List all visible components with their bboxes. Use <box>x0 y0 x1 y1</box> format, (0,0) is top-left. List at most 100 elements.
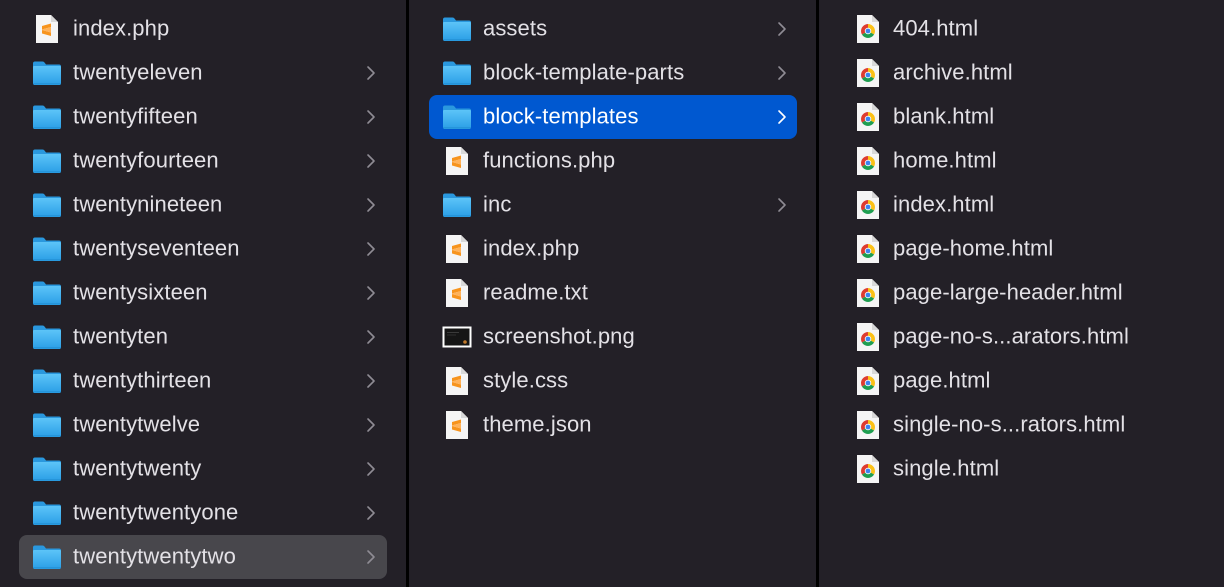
folder-row[interactable]: twentyeleven <box>0 51 406 95</box>
image-thumbnail-icon <box>442 323 472 351</box>
folder-icon <box>32 59 62 87</box>
item-name: theme.json <box>483 411 592 437</box>
file-row[interactable]: readme.txt <box>409 271 816 315</box>
file-row[interactable]: index.php <box>0 7 406 51</box>
item-name: page-home.html <box>893 235 1054 261</box>
chevron-right-icon <box>366 65 376 81</box>
folder-row[interactable]: twentyten <box>0 315 406 359</box>
item-name: twentytwentytwo <box>73 543 236 569</box>
file-row[interactable]: home.html <box>819 139 1224 183</box>
folder-icon <box>32 147 62 175</box>
folder-icon <box>32 279 62 307</box>
file-row[interactable]: single-no-s...rators.html <box>819 403 1224 447</box>
item-name: twentyeleven <box>73 59 203 85</box>
sublime-file-icon <box>442 235 472 263</box>
folder-icon <box>32 411 62 439</box>
item-name: twentythirteen <box>73 367 212 393</box>
chrome-file-icon <box>853 411 883 439</box>
column-3[interactable]: 404.html archive.html blank.html home.ht… <box>819 0 1224 587</box>
finder-column-browser: index.php twentyeleven twentyfifteen twe… <box>0 0 1224 587</box>
item-name: single-no-s...rators.html <box>893 411 1126 437</box>
chrome-file-icon <box>853 147 883 175</box>
folder-row[interactable]: twentytwenty <box>0 447 406 491</box>
folder-row[interactable]: twentytwentyone <box>0 491 406 535</box>
folder-row[interactable]: assets <box>409 7 816 51</box>
folder-icon <box>442 103 472 131</box>
chevron-right-icon <box>366 109 376 125</box>
chevron-right-icon <box>366 285 376 301</box>
folder-icon <box>32 323 62 351</box>
chevron-right-icon <box>777 21 787 37</box>
folder-row[interactable]: twentyfifteen <box>0 95 406 139</box>
file-row[interactable]: functions.php <box>409 139 816 183</box>
folder-row[interactable]: twentyseventeen <box>0 227 406 271</box>
file-row[interactable]: screenshot.png <box>409 315 816 359</box>
chrome-file-icon <box>853 191 883 219</box>
chevron-right-icon <box>777 109 787 125</box>
item-name: twentytwelve <box>73 411 201 437</box>
item-name: index.php <box>483 235 580 261</box>
folder-row[interactable]: twentysixteen <box>0 271 406 315</box>
folder-icon <box>442 15 472 43</box>
folder-row[interactable]: inc <box>409 183 816 227</box>
chevron-right-icon <box>366 417 376 433</box>
folder-row[interactable]: twentythirteen <box>0 359 406 403</box>
file-row[interactable]: 404.html <box>819 7 1224 51</box>
column-1[interactable]: index.php twentyeleven twentyfifteen twe… <box>0 0 406 587</box>
chrome-file-icon <box>853 59 883 87</box>
chevron-right-icon <box>366 505 376 521</box>
file-row[interactable]: single.html <box>819 447 1224 491</box>
folder-icon <box>32 367 62 395</box>
item-name: page.html <box>893 367 991 393</box>
folder-icon <box>32 499 62 527</box>
file-row[interactable]: page-home.html <box>819 227 1224 271</box>
chevron-right-icon <box>777 197 787 213</box>
chevron-right-icon <box>366 197 376 213</box>
item-name: twentyseventeen <box>73 235 240 261</box>
file-row[interactable]: theme.json <box>409 403 816 447</box>
sublime-file-icon <box>442 279 472 307</box>
sublime-file-icon <box>442 411 472 439</box>
file-row[interactable]: page-large-header.html <box>819 271 1224 315</box>
item-name: twentyfifteen <box>73 103 198 129</box>
folder-icon <box>32 103 62 131</box>
chevron-right-icon <box>366 241 376 257</box>
chrome-file-icon <box>853 323 883 351</box>
chrome-file-icon <box>853 455 883 483</box>
folder-row[interactable]: block-template-parts <box>409 51 816 95</box>
file-row[interactable]: index.php <box>409 227 816 271</box>
item-name: archive.html <box>893 59 1013 85</box>
item-name: screenshot.png <box>483 323 635 349</box>
folder-row[interactable]: twentyfourteen <box>0 139 406 183</box>
chevron-right-icon <box>366 461 376 477</box>
item-name: twentysixteen <box>73 279 208 305</box>
folder-icon <box>32 455 62 483</box>
chrome-file-icon <box>853 15 883 43</box>
file-row[interactable]: page.html <box>819 359 1224 403</box>
file-row[interactable]: archive.html <box>819 51 1224 95</box>
column-2[interactable]: assets block-template-parts block-templa… <box>409 0 816 587</box>
file-row[interactable]: index.html <box>819 183 1224 227</box>
folder-icon <box>442 191 472 219</box>
folder-row[interactable]: twentynineteen <box>0 183 406 227</box>
file-row[interactable]: style.css <box>409 359 816 403</box>
item-name: functions.php <box>483 147 616 173</box>
item-name: twentynineteen <box>73 191 223 217</box>
item-name: index.php <box>73 15 170 41</box>
folder-icon <box>442 59 472 87</box>
item-name: assets <box>483 15 548 41</box>
column-2-list: assets block-template-parts block-templa… <box>409 7 816 447</box>
folder-row[interactable]: twentytwentytwo <box>0 535 406 579</box>
file-row[interactable]: page-no-s...arators.html <box>819 315 1224 359</box>
folder-icon <box>32 543 62 571</box>
item-name: home.html <box>893 147 997 173</box>
item-name: page-no-s...arators.html <box>893 323 1129 349</box>
chrome-file-icon <box>853 367 883 395</box>
item-name: index.html <box>893 191 995 217</box>
folder-icon <box>32 235 62 263</box>
folder-icon <box>32 191 62 219</box>
file-row[interactable]: blank.html <box>819 95 1224 139</box>
folder-row[interactable]: twentytwelve <box>0 403 406 447</box>
folder-row[interactable]: block-templates <box>409 95 816 139</box>
chevron-right-icon <box>366 549 376 565</box>
